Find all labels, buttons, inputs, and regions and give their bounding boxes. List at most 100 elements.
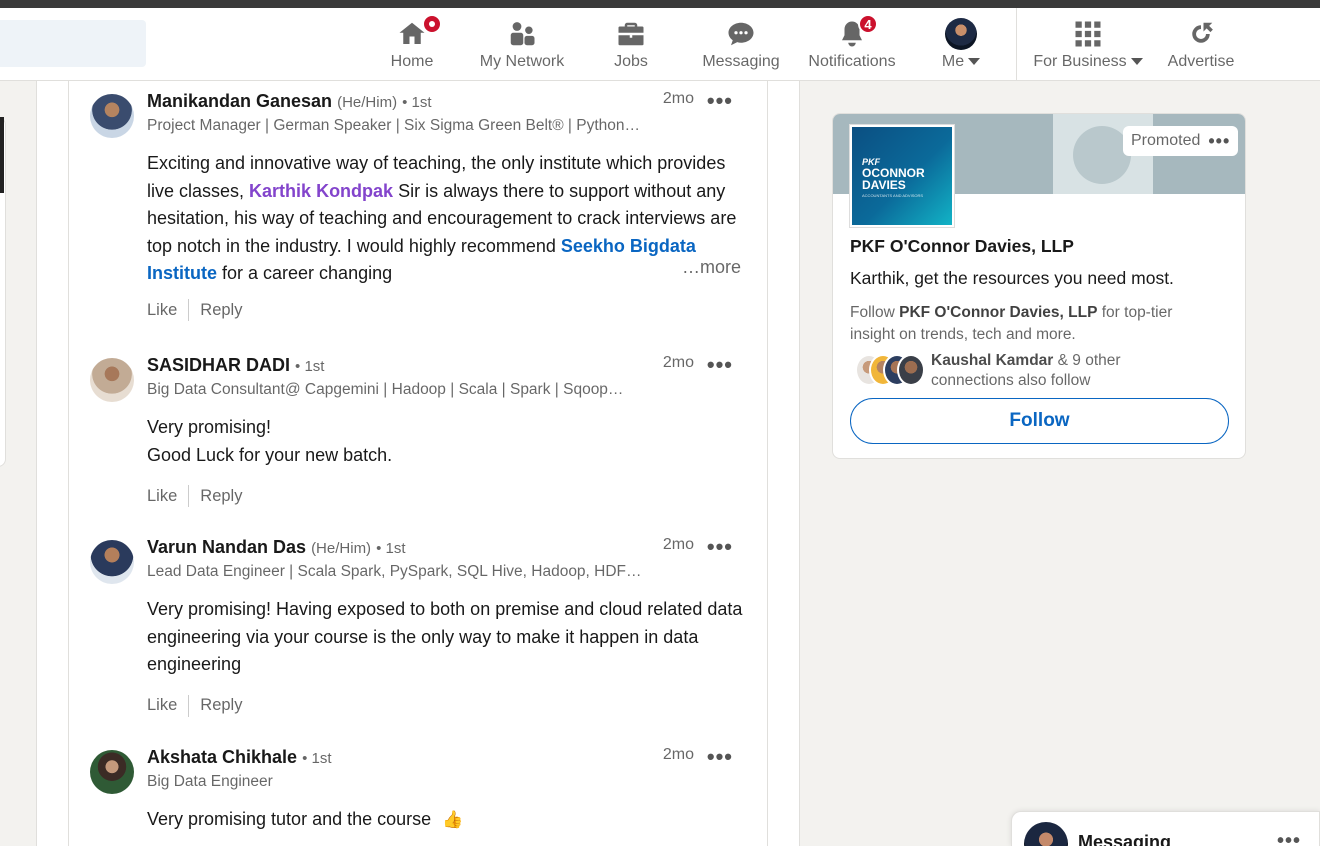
home-icon (396, 14, 442, 50)
comment-item: Varun Nandan Das (He/Him) • 1st Lead Dat… (90, 534, 750, 724)
comment-author-line: Akshata Chikhale • 1st (147, 744, 747, 772)
avatar[interactable] (90, 750, 134, 794)
connection-avatars (855, 354, 925, 386)
comment-item: SASIDHAR DADI • 1st Big Data Consultant@… (90, 352, 750, 512)
ad-company-name[interactable]: PKF O'Connor Davies, LLP (850, 236, 1074, 257)
chevron-down-icon (968, 58, 981, 66)
more-options-icon[interactable]: ••• (1277, 830, 1301, 846)
comment-item: Manikandan Ganesan (He/Him) • 1st Projec… (90, 88, 750, 328)
connection-degree: • 1st (302, 750, 332, 767)
comment-thread-line (68, 81, 69, 846)
ad-desc-company: PKF O'Connor Davies, LLP (899, 304, 1098, 321)
avatar[interactable] (90, 540, 134, 584)
comment-author-name[interactable]: Manikandan Ganesan (147, 91, 332, 111)
nav-me[interactable]: Me (935, 8, 987, 81)
more-options-icon[interactable]: ••• (1208, 131, 1230, 152)
nav-my-network-label: My Network (479, 53, 565, 70)
comment-author-name[interactable]: Akshata Chikhale (147, 747, 297, 767)
more-options-icon[interactable]: ••• (707, 88, 733, 114)
reply-button[interactable]: Reply (200, 487, 242, 506)
comment-author-pronouns: (He/Him) (311, 540, 372, 557)
comment-text: Very promising! Having exposed to both o… (147, 599, 743, 674)
ad-description: Follow PKF O'Connor Davies, LLP for top-… (850, 302, 1220, 346)
nav-advertise[interactable]: Advertise (1163, 8, 1239, 81)
promoted-label[interactable]: Promoted ••• (1123, 126, 1239, 156)
ad-connections-text: Kaushal Kamdar & 9 other connections als… (931, 351, 1191, 391)
briefcase-icon (615, 18, 647, 50)
comment-timestamp: 2mo (662, 536, 694, 553)
comment-panel-border (767, 81, 768, 846)
nav-jobs-label: Jobs (614, 53, 648, 70)
follow-button[interactable]: Follow (850, 398, 1229, 444)
messaging-overlay[interactable]: Messaging ••• (1011, 811, 1320, 846)
comment-actions: Like Reply (147, 298, 747, 322)
more-options-icon[interactable]: ••• (707, 534, 733, 560)
nav-jobs[interactable]: Jobs (605, 8, 657, 81)
ad-subtitle: Karthik, get the resources you need most… (850, 268, 1174, 288)
left-card-edge (0, 117, 4, 193)
comment-text: Very promising! Good Luck for your new b… (147, 414, 747, 469)
comment-author-headline: Project Manager | German Speaker | Six S… (147, 117, 641, 134)
nav-advertise-label: Advertise (1167, 53, 1235, 70)
see-more-button[interactable]: …more (682, 257, 741, 278)
more-options-icon[interactable]: ••• (707, 744, 733, 770)
like-button[interactable]: Like (147, 696, 177, 715)
avatar (1024, 822, 1068, 846)
advertise-icon (1185, 18, 1217, 50)
search-input[interactable] (0, 20, 146, 67)
messaging-label: Messaging (1078, 832, 1172, 846)
comment-author-name[interactable]: SASIDHAR DADI (147, 355, 290, 375)
company-logo[interactable]: PKF OCONNOR DAVIES ACCOUNTANTS AND ADVIS… (850, 125, 954, 227)
nav-divider (1016, 8, 1017, 81)
avatar (897, 354, 925, 386)
nav-me-row: Me (941, 53, 981, 71)
reply-button[interactable]: Reply (200, 301, 242, 320)
action-divider (188, 694, 190, 717)
promoted-ad-card: Promoted ••• PKF OCONNOR DAVIES ACCOUNTA… (832, 113, 1246, 459)
nav-my-network[interactable]: My Network (472, 8, 572, 81)
connection-degree: • 1st (295, 358, 325, 375)
comment-text: Very promising tutor and the course 👍 (147, 806, 747, 834)
connection-degree: • 1st (376, 540, 406, 557)
comment-author-line: Varun Nandan Das (He/Him) • 1st (147, 534, 747, 562)
reply-button[interactable]: Reply (200, 696, 242, 715)
avatar[interactable] (90, 358, 134, 402)
nav-for-business[interactable]: For Business (1030, 8, 1146, 81)
nav-home[interactable]: Home (382, 8, 442, 81)
comment-author-headline: Big Data Consultant@ Capgemini | Hadoop … (147, 381, 624, 398)
nav-messaging[interactable]: Messaging (698, 8, 784, 81)
action-divider (188, 299, 190, 321)
nav-notifications[interactable]: 4 Notifications (803, 8, 901, 81)
connection-name: Kaushal Kamdar (931, 352, 1054, 369)
like-button[interactable]: Like (147, 301, 177, 320)
promoted-text: Promoted (1131, 132, 1201, 149)
like-button[interactable]: Like (147, 487, 177, 506)
comment-text-line: Very promising! (147, 417, 272, 437)
notifications-count-badge: 4 (858, 14, 878, 34)
avatar (945, 18, 977, 50)
comment-body: Varun Nandan Das (He/Him) • 1st Lead Dat… (147, 534, 747, 718)
logo-line: DAVIES (862, 178, 906, 192)
nav-messaging-label: Messaging (702, 53, 780, 70)
mention-person-link[interactable]: Karthik Kondpak (249, 181, 393, 201)
browser-top-stripe (0, 0, 1320, 8)
global-nav: Home My Network Jobs Messaging 4 Notific… (0, 8, 1320, 81)
logo-tagline: ACCOUNTANTS AND ADVISORS (862, 193, 924, 198)
thumbs-up-icon: 👍 (442, 810, 464, 829)
nav-for-business-label: For Business (1033, 53, 1127, 70)
avatar[interactable] (90, 94, 134, 138)
comment-text-part: for a career changing (217, 263, 393, 283)
nav-notifications-label: Notifications (808, 53, 896, 70)
grid-icon (1072, 18, 1104, 50)
more-options-icon[interactable]: ••• (707, 352, 733, 378)
comment-text-part: Very promising tutor and the course (147, 809, 432, 829)
comment-author-line: SASIDHAR DADI • 1st (147, 352, 747, 380)
home-notification-dot (422, 14, 442, 34)
comment-actions: Like Reply (147, 694, 747, 718)
nav-me-label: Me (941, 53, 965, 70)
comment-author-name[interactable]: Varun Nandan Das (147, 537, 306, 557)
comment-timestamp: 2mo (662, 354, 694, 371)
ad-desc-text: Follow (850, 304, 900, 321)
comment-body: SASIDHAR DADI • 1st Big Data Consultant@… (147, 352, 747, 508)
comment-body: Akshata Chikhale • 1st Big Data Engineer… (147, 744, 747, 834)
